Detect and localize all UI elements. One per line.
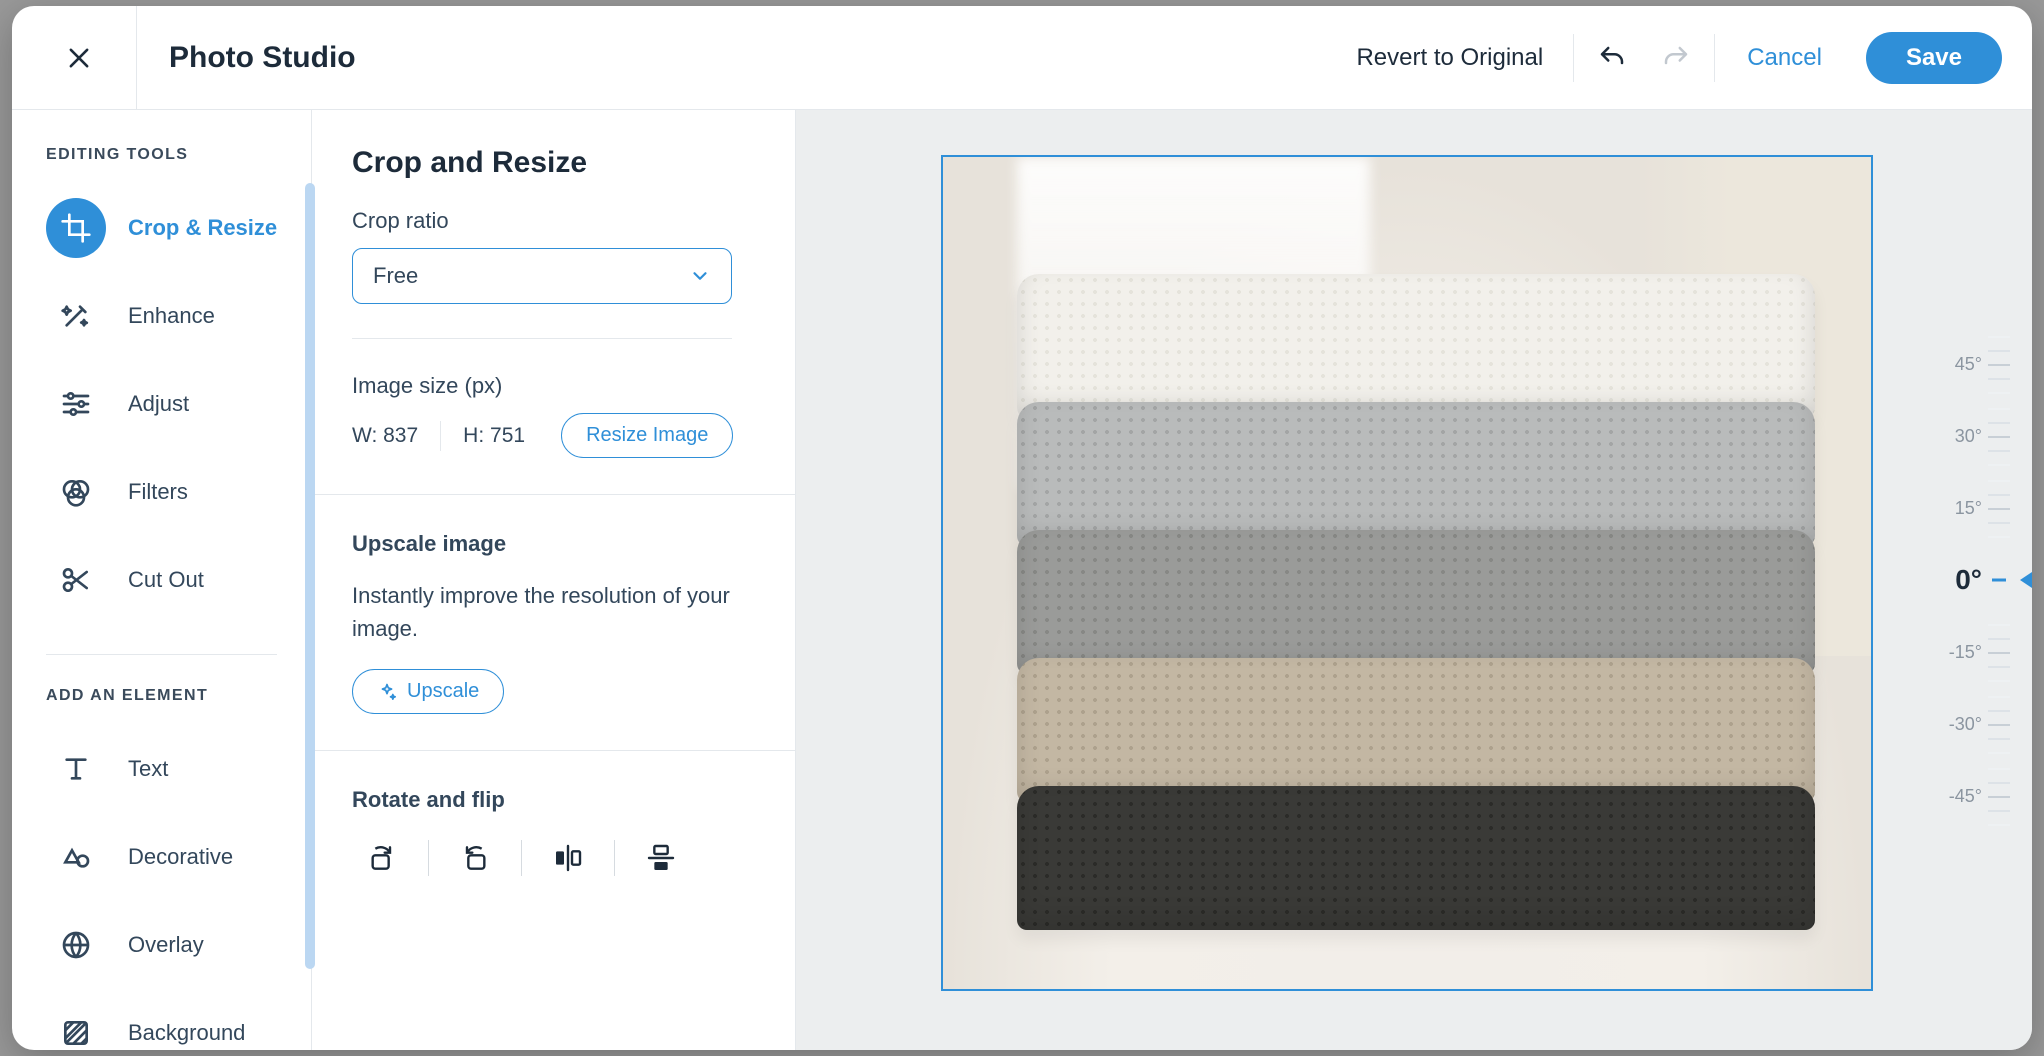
crop-handle-tl[interactable] bbox=[941, 155, 961, 175]
image-size-row: W: 837 H: 751 Resize Image bbox=[352, 413, 755, 458]
upscale-description: Instantly improve the resolution of your… bbox=[352, 571, 732, 669]
cancel-button[interactable]: Cancel bbox=[1723, 44, 1846, 72]
sidebar-item-label: Filters bbox=[128, 479, 188, 505]
sidebar-item-crop-resize[interactable]: Crop & Resize bbox=[12, 184, 311, 272]
undo-button[interactable] bbox=[1582, 28, 1642, 88]
sidebar-item-label: Enhance bbox=[128, 303, 215, 329]
canvas-area: 45° 30° 15° 0° -15° -30° -45° bbox=[796, 110, 2032, 1050]
dial-tick: -30° bbox=[1922, 688, 1982, 760]
crop-ratio-label: Crop ratio bbox=[352, 208, 755, 248]
image-height: H: 751 bbox=[463, 424, 525, 448]
dial-pointer-icon bbox=[2020, 572, 2032, 588]
dial-tick: 15° bbox=[1922, 472, 1982, 544]
sidebar-heading-add: ADD AN ELEMENT bbox=[12, 679, 311, 725]
upscale-button[interactable]: Upscale bbox=[352, 669, 504, 714]
image-width: W: 837 bbox=[352, 424, 418, 448]
rotate-ccw-button[interactable] bbox=[445, 831, 505, 885]
image-size-label: Image size (px) bbox=[352, 373, 755, 413]
dial-tick: -15° bbox=[1922, 616, 1982, 688]
sidebar-item-label: Crop & Resize bbox=[128, 215, 277, 241]
crop-handle-tr[interactable] bbox=[1853, 155, 1873, 175]
sidebar-item-overlay[interactable]: Overlay bbox=[12, 901, 311, 989]
shapes-icon bbox=[46, 827, 106, 887]
sidebar-scrollbar[interactable] bbox=[305, 114, 317, 1038]
dial-current: 0° bbox=[1922, 544, 1982, 616]
sidebar-item-label: Cut Out bbox=[128, 567, 204, 593]
crop-ratio-value: Free bbox=[373, 263, 418, 289]
crop-handle-bl[interactable] bbox=[941, 971, 961, 991]
sidebar-item-label: Decorative bbox=[128, 844, 233, 870]
overlay-icon bbox=[46, 915, 106, 975]
dial-tick: 45° bbox=[1922, 328, 1982, 400]
flip-vertical-button[interactable] bbox=[631, 831, 691, 885]
rotate-cw-button[interactable] bbox=[352, 831, 412, 885]
sliders-icon bbox=[46, 374, 106, 434]
photo-studio-modal: Photo Studio Revert to Original Cancel S… bbox=[12, 6, 2032, 1050]
sidebar-item-cut-out[interactable]: Cut Out bbox=[12, 536, 311, 624]
upscale-title: Upscale image bbox=[352, 531, 755, 571]
crop-icon bbox=[46, 198, 106, 258]
close-area bbox=[22, 6, 137, 110]
rotate-cw-icon bbox=[366, 842, 398, 874]
app-title: Photo Studio bbox=[149, 41, 356, 75]
rotate-flip-toolbar bbox=[352, 827, 755, 885]
rotation-dial[interactable]: 45° 30° 15° 0° -15° -30° -45° bbox=[1892, 110, 2012, 1050]
scissors-icon bbox=[46, 550, 106, 610]
sidebar-item-label: Adjust bbox=[128, 391, 189, 417]
header-actions: Revert to Original Cancel Save bbox=[1334, 28, 2002, 88]
dial-tick: -45° bbox=[1922, 760, 1982, 832]
sidebar-item-label: Overlay bbox=[128, 932, 204, 958]
filters-icon bbox=[46, 462, 106, 522]
sidebar: EDITING TOOLS Crop & Resize bbox=[12, 110, 312, 1050]
sidebar-item-label: Text bbox=[128, 756, 168, 782]
flip-h-icon bbox=[552, 842, 584, 874]
panel-title: Crop and Resize bbox=[352, 146, 755, 208]
revert-button[interactable]: Revert to Original bbox=[1334, 44, 1565, 72]
sidebar-item-filters[interactable]: Filters bbox=[12, 448, 311, 536]
sidebar-item-background[interactable]: Background bbox=[12, 989, 311, 1050]
flip-horizontal-button[interactable] bbox=[538, 831, 598, 885]
close-icon bbox=[65, 44, 93, 72]
flip-v-icon bbox=[645, 842, 677, 874]
header: Photo Studio Revert to Original Cancel S… bbox=[12, 6, 2032, 110]
resize-image-button[interactable]: Resize Image bbox=[561, 413, 733, 458]
sidebar-item-adjust[interactable]: Adjust bbox=[12, 360, 311, 448]
undo-icon bbox=[1597, 43, 1627, 73]
sidebar-item-decorative[interactable]: Decorative bbox=[12, 813, 311, 901]
wand-icon bbox=[46, 286, 106, 346]
tools-list: Crop & Resize Enhance Adju bbox=[12, 184, 311, 648]
dial-tick: 30° bbox=[1922, 400, 1982, 472]
close-button[interactable] bbox=[55, 34, 103, 82]
redo-button[interactable] bbox=[1646, 28, 1706, 88]
sidebar-heading-tools: EDITING TOOLS bbox=[12, 138, 311, 184]
sidebar-item-text[interactable]: Text bbox=[12, 725, 311, 813]
crop-frame[interactable] bbox=[941, 155, 1873, 991]
image-preview bbox=[943, 157, 1871, 989]
crop-handle-br[interactable] bbox=[1853, 971, 1873, 991]
options-panel: Crop and Resize Crop ratio Free Image si… bbox=[312, 110, 796, 1050]
save-button[interactable]: Save bbox=[1866, 32, 2002, 84]
rotate-flip-title: Rotate and flip bbox=[352, 787, 755, 827]
hatch-icon bbox=[46, 1003, 106, 1050]
text-icon bbox=[46, 739, 106, 799]
crop-ratio-select[interactable]: Free bbox=[352, 248, 732, 304]
redo-icon bbox=[1661, 43, 1691, 73]
sidebar-item-label: Background bbox=[128, 1020, 245, 1046]
sparkle-icon bbox=[377, 682, 397, 702]
elements-list: Text Decorative Overlay bbox=[12, 725, 311, 1050]
rotate-ccw-icon bbox=[459, 842, 491, 874]
chevron-down-icon bbox=[689, 265, 711, 287]
sidebar-item-enhance[interactable]: Enhance bbox=[12, 272, 311, 360]
